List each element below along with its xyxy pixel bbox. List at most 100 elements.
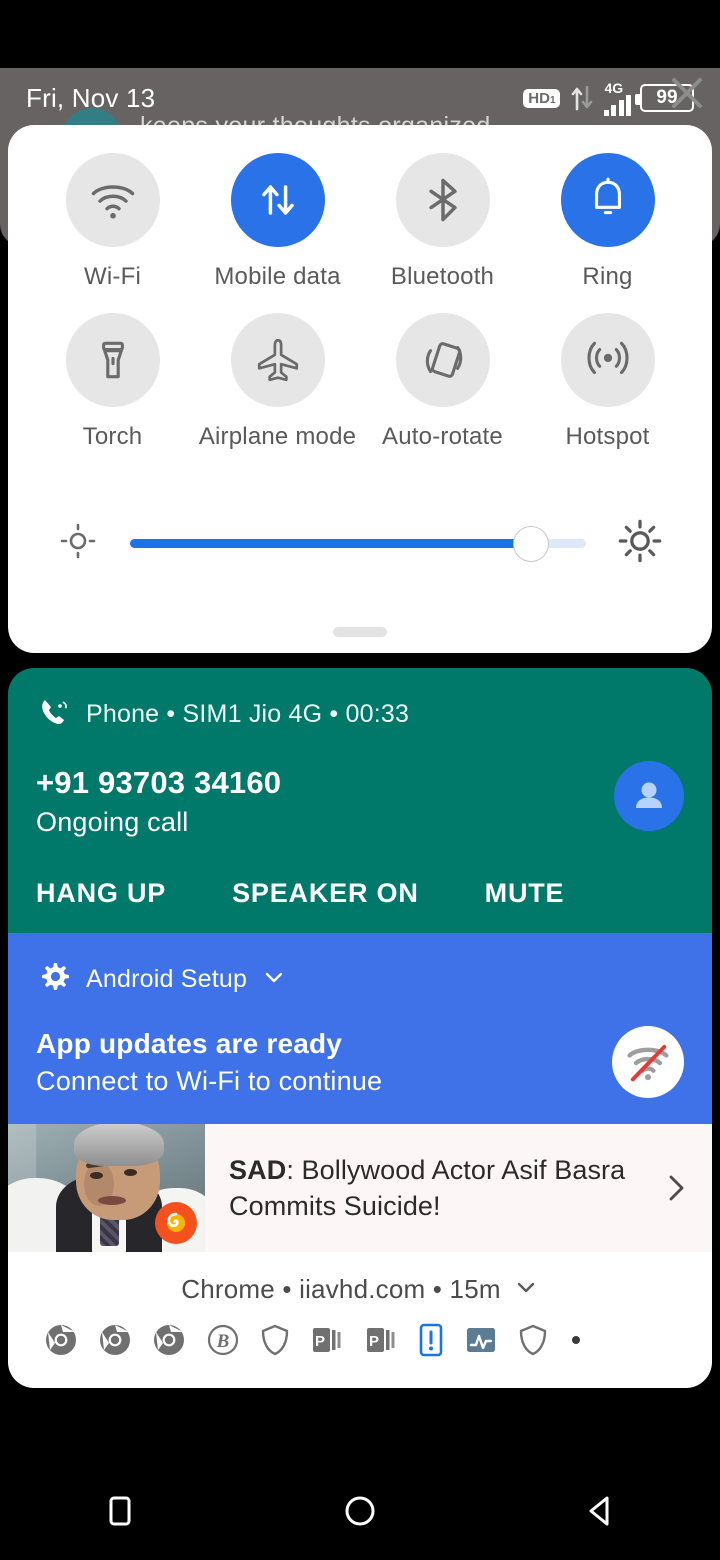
setup-notification-body: App updates are ready Connect to Wi-Fi t…: [36, 1026, 684, 1098]
setup-app-name: Android Setup: [86, 965, 248, 993]
qs-label-torch: Torch: [82, 423, 143, 450]
qs-label-airplane-mode: Airplane mode: [198, 423, 357, 450]
qs-label-ring: Ring: [582, 263, 633, 290]
news-headline-prefix: SAD: [229, 1154, 287, 1185]
navigation-bar: [0, 1462, 720, 1560]
notification-news[interactable]: SAD: Bollywood Actor Asif Basra Commits …: [8, 1124, 712, 1252]
call-action-buttons: HANG UP SPEAKER ON MUTE: [36, 878, 684, 909]
network-type-label: 4G: [604, 79, 624, 96]
chevron-down-icon[interactable]: [513, 1274, 539, 1305]
qs-tile-hotspot[interactable]: Hotspot: [525, 313, 690, 451]
news-headline-rest: : Bollywood Actor Asif Basra Commits Sui…: [229, 1154, 626, 1221]
brightness-low-icon: [56, 519, 100, 568]
pulse-chart-icon[interactable]: [464, 1323, 498, 1362]
chevron-down-icon[interactable]: [261, 964, 287, 995]
hd-label: HD: [528, 89, 550, 107]
gear-icon: [36, 959, 72, 1000]
brightness-track[interactable]: [130, 525, 586, 562]
speaker-on-button[interactable]: SPEAKER ON: [232, 878, 419, 909]
chrome-icon[interactable]: [98, 1323, 132, 1362]
quick-settings-grid: Wi-Fi Mobile data Bluetooth Ring Torch A…: [8, 125, 712, 451]
setup-notification-header[interactable]: Android Setup: [36, 959, 684, 1000]
status-bar-date: Fri, Nov 13: [26, 82, 156, 113]
collapsed-notification-icons: B P P: [8, 1305, 712, 1362]
back-triangle-icon[interactable]: [540, 1476, 660, 1546]
qs-label-auto-rotate: Auto-rotate: [382, 423, 503, 450]
qs-label-mobile-data: Mobile data: [214, 263, 341, 290]
panel-drag-handle[interactable]: [333, 627, 387, 637]
chrome-notification-header[interactable]: Chrome • iiavhd.com • 15m: [8, 1274, 712, 1305]
svg-text:P: P: [315, 1333, 325, 1350]
notification-chrome-footer[interactable]: Chrome • iiavhd.com • 15m B P P: [8, 1252, 712, 1388]
shield-icon[interactable]: [518, 1323, 548, 1362]
news-source-logo-icon: [155, 1202, 197, 1244]
ring-bell-icon: [560, 153, 655, 247]
qs-tile-mobile-data[interactable]: Mobile data: [195, 153, 360, 291]
close-icon[interactable]: [660, 66, 714, 120]
quick-settings-row-2: Torch Airplane mode Auto-rotate Hotspot: [8, 313, 712, 451]
person-avatar-icon: [614, 761, 684, 831]
auto-rotate-icon: [395, 313, 490, 407]
more-dot-icon[interactable]: [568, 1323, 584, 1362]
qs-tile-bluetooth[interactable]: Bluetooth: [360, 153, 525, 291]
setup-subtitle: Connect to Wi-Fi to continue: [36, 1065, 383, 1096]
hd-sim-index: 1: [549, 94, 556, 106]
call-header-text: Phone • SIM1 Jio 4G • 00:33: [86, 700, 410, 728]
call-notification-body: +91 93703 34160 Ongoing call: [36, 735, 684, 838]
setup-text-block: App updates are ready Connect to Wi-Fi t…: [36, 1028, 382, 1097]
qs-tile-airplane-mode[interactable]: Airplane mode: [195, 313, 360, 451]
status-bar: Fri, Nov 13 HD 1 4G 99: [0, 68, 720, 128]
notification-ongoing-call[interactable]: Phone • SIM1 Jio 4G • 00:33 +91 93703 34…: [8, 668, 712, 933]
bluetooth-icon: [395, 153, 490, 247]
call-phone-number: +91 93703 34160: [36, 765, 282, 800]
svg-text:P: P: [369, 1333, 379, 1350]
airplane-icon: [230, 313, 325, 407]
brightness-high-icon: [616, 517, 664, 570]
news-headline: SAD: Bollywood Actor Asif Basra Commits …: [229, 1152, 630, 1225]
shield-icon[interactable]: [260, 1323, 290, 1362]
chrome-icon[interactable]: [152, 1323, 186, 1362]
call-details: +91 93703 34160 Ongoing call: [36, 735, 281, 838]
svg-text:B: B: [216, 1331, 230, 1352]
brightness-fill: [130, 539, 532, 548]
p-app-icon[interactable]: P: [310, 1323, 344, 1362]
p-app-icon[interactable]: P: [364, 1323, 398, 1362]
chevron-right-icon[interactable]: [640, 1124, 712, 1252]
phone-alert-icon[interactable]: [418, 1323, 444, 1362]
signal-bar-group: [603, 94, 631, 116]
brightness-slider-row[interactable]: [8, 517, 712, 570]
setup-title: App updates are ready: [36, 1027, 343, 1059]
qs-tile-ring[interactable]: Ring: [525, 153, 690, 291]
qs-label-wifi: Wi-Fi: [84, 263, 141, 290]
news-text-block: SAD: Bollywood Actor Asif Basra Commits …: [205, 1124, 640, 1252]
wifi-off-icon: [612, 1026, 684, 1098]
qs-tile-wifi[interactable]: Wi-Fi: [30, 153, 195, 291]
b-circle-icon[interactable]: B: [206, 1323, 240, 1362]
mobile-data-icon: [230, 153, 325, 247]
qs-label-bluetooth: Bluetooth: [390, 263, 495, 290]
hang-up-button[interactable]: HANG UP: [36, 878, 166, 909]
chrome-header-text: Chrome • iiavhd.com • 15m: [181, 1274, 501, 1304]
call-notification-header[interactable]: Phone • SIM1 Jio 4G • 00:33: [36, 694, 684, 735]
torch-icon: [65, 313, 160, 407]
news-thumbnail-image: [8, 1124, 205, 1252]
recents-square-icon[interactable]: [60, 1476, 180, 1546]
call-state-label: Ongoing call: [36, 807, 189, 837]
signal-bars-icon: 4G: [603, 79, 631, 116]
qs-tile-torch[interactable]: Torch: [30, 313, 195, 451]
hotspot-icon: [560, 313, 655, 407]
qs-tile-auto-rotate[interactable]: Auto-rotate: [360, 313, 525, 451]
home-circle-icon[interactable]: [300, 1476, 420, 1546]
hd-voice-icon: HD 1: [523, 88, 560, 108]
data-transfer-icon: [569, 83, 595, 113]
quick-settings-panel: Wi-Fi Mobile data Bluetooth Ring Torch A…: [8, 125, 712, 653]
mute-button[interactable]: MUTE: [485, 878, 565, 909]
wifi-icon: [65, 153, 160, 247]
phone-screen: keeps your thoughts organized Fri, Nov 1…: [0, 0, 720, 1560]
brightness-thumb[interactable]: [513, 525, 550, 562]
phone-call-icon: [36, 694, 72, 735]
chrome-icon[interactable]: [44, 1323, 78, 1362]
qs-label-hotspot: Hotspot: [565, 423, 650, 450]
notification-android-setup[interactable]: Android Setup App updates are ready Conn…: [8, 933, 712, 1124]
quick-settings-row-1: Wi-Fi Mobile data Bluetooth Ring: [8, 153, 712, 291]
